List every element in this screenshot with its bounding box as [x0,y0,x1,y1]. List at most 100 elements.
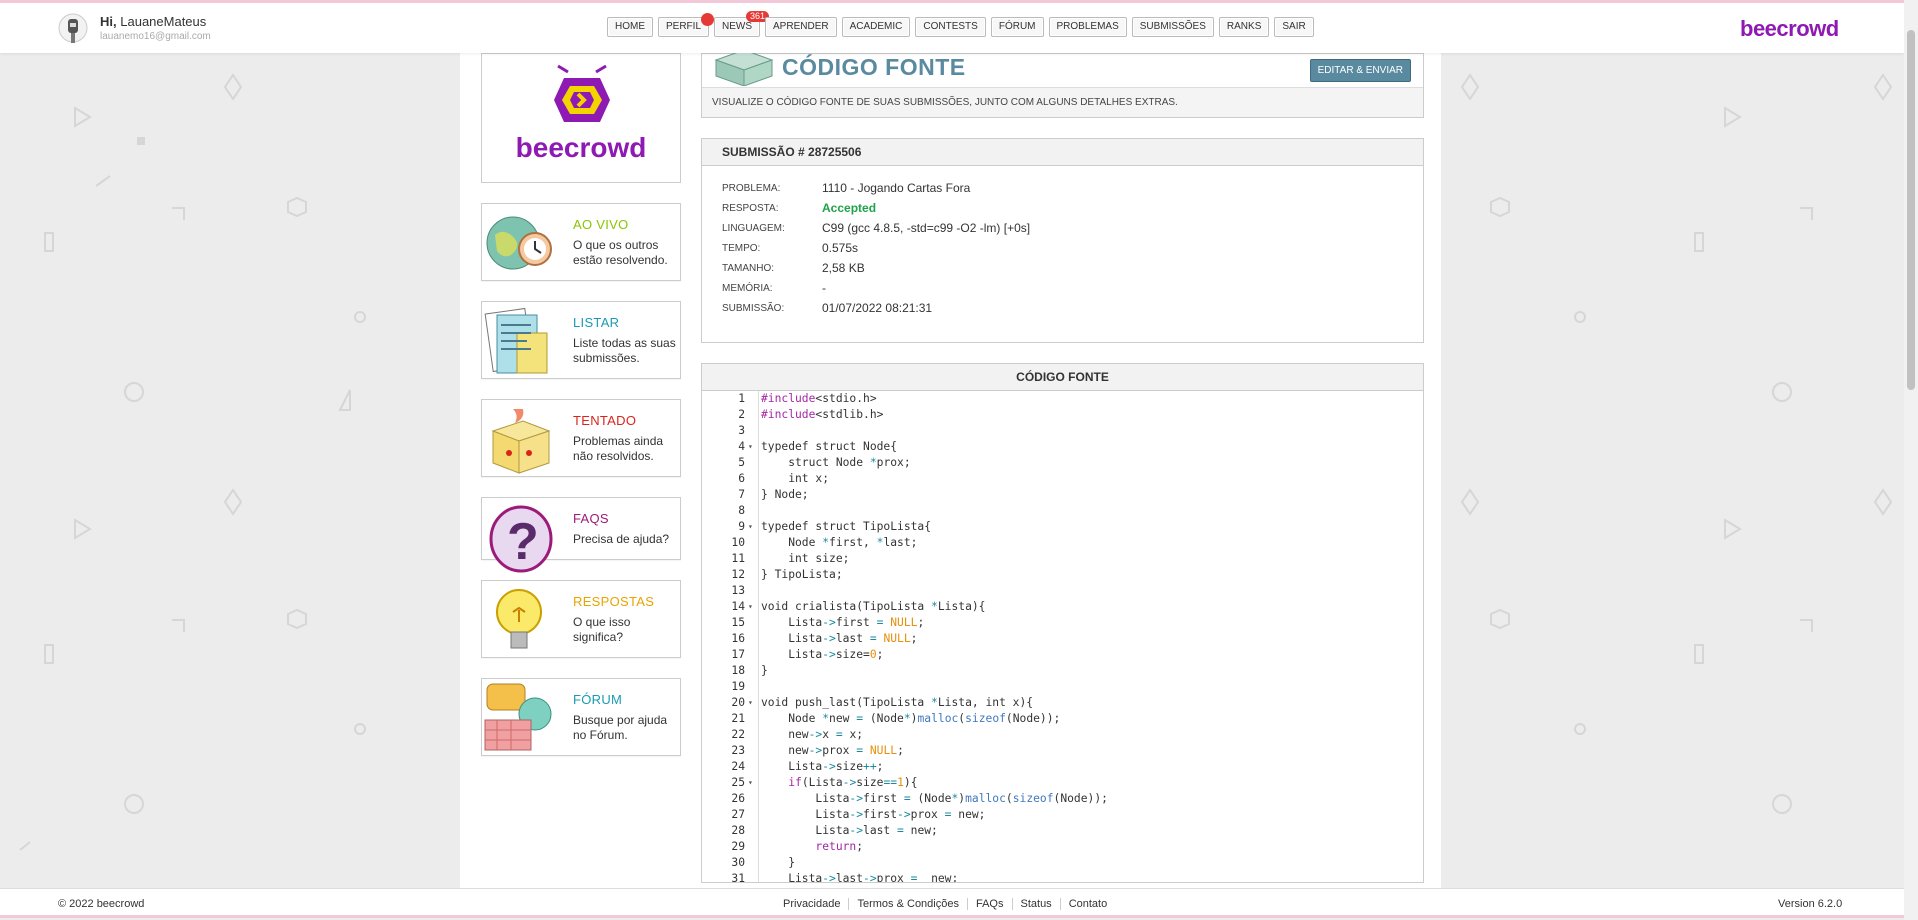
nav-button-label: PROBLEMAS [1056,21,1119,32]
nav-ranks-button[interactable]: RANKS [1218,17,1270,37]
nav-academic-button[interactable]: ACADEMIC [841,17,911,37]
sidebar-card-title: TENTADO [573,413,637,428]
line-number: 19 [731,680,745,693]
line-number: 9 [738,520,745,533]
nav-button-label: RANKS [1226,21,1262,32]
line-number: 30 [731,856,745,869]
line-number: 16 [731,632,745,645]
sidebar-card-ao-vivo[interactable]: AO VIVO O que os outros estão resolvendo. [481,203,681,281]
content-column: CÓDIGO FONTE EDITAR & ENVIAR VISUALIZE O… [701,49,1424,883]
field-label: PROBLEMA: [722,182,781,194]
sidebar-card-respostas[interactable]: RESPOSTAS O que isso significa? [481,580,681,658]
sidebar-card-tentado[interactable]: TENTADO Problemas ainda não resolvidos. [481,399,681,477]
field-value: 1110 - Jogando Cartas Fora [822,181,971,195]
code-text: Node *first, *last; [761,536,918,549]
footer-link-contato[interactable]: Contato [1059,898,1116,910]
sidebar-card-description: Liste todas as suas submissões. [573,336,676,365]
code-line: 20 ▾ void push_last(TipoLista *Lista, int … [702,695,1423,711]
edit-and-submit-button[interactable]: EDITAR & ENVIAR [1309,59,1411,82]
fold-toggle-icon[interactable]: ▾ [748,519,753,535]
copyright: © 2022 beecrowd [58,898,145,910]
code-text: typedef struct TipoLista{ [761,520,932,533]
line-number: 14 [731,600,745,613]
code-text: } [761,664,768,677]
nav-problemas-button[interactable]: PROBLEMAS [1048,17,1127,37]
page-scrollbar[interactable] [1904,0,1918,920]
code-line: 28 Lista->last = new; [702,823,1423,839]
logo-text: beecrowd [515,132,647,163]
fold-toggle-icon[interactable]: ▾ [748,775,753,791]
sidebar-card-description: Busque por ajuda no Fórum. [573,713,668,742]
code-text: Lista->last = new; [761,824,938,837]
nav-button-label: ACADEMIC [849,21,903,32]
nav-submissoes-button[interactable]: SUBMISSÕES [1131,17,1214,37]
user-greeting: Hi, LauaneMateus [100,14,206,29]
source-code-panel: CÓDIGO FONTE 1 #include<stdio.h> 2 #include… [701,363,1424,883]
code-line: 9 ▾ typedef struct TipoLista{ [702,519,1423,535]
sidebar-card-listar[interactable]: LISTAR Liste todas as suas submissões. [481,301,681,379]
nav-forum-button[interactable]: FÓRUM [990,17,1044,37]
code-line: 17 Lista->size=0; [702,647,1423,663]
lightbulb-icon [496,589,542,649]
submission-field-row: LINGUAGEM: C99 (gcc 4.8.5, -std=c99 -O2 -… [722,218,1403,238]
nav-sair-button[interactable]: SAIR [1274,17,1314,37]
line-number: 2 [738,408,745,421]
page-title: CÓDIGO FONTE [782,54,966,80]
submission-field-row: PROBLEMA: 1110 - Jogando Cartas Fora [722,178,1403,198]
nav-contests-button[interactable]: CONTESTS [915,17,986,37]
code-line: 22 new->x = x; [702,727,1423,743]
fold-toggle-icon[interactable]: ▾ [748,599,753,615]
code-text: int size; [761,552,850,565]
fold-toggle-icon[interactable]: ▾ [748,439,753,455]
nav-news-button[interactable]: NEWS 361 [714,11,770,37]
footer-link-termos-condi-es[interactable]: Termos & Condições [848,898,967,910]
sidebar-card-forum[interactable]: FÓRUM Busque por ajuda no Fórum. [481,678,681,756]
code-text: Lista->first->prox = new; [761,808,986,821]
field-label: SUBMISSÃO: [722,302,785,314]
line-number: 4 [738,440,745,453]
nav-button-label: NEWS [722,21,753,32]
brand-logo[interactable]: beecrowd [1740,16,1839,42]
nav-home-button[interactable]: HOME [607,17,653,37]
sidebar-card-title: AO VIVO [573,217,629,232]
status-accepted: Accepted [822,201,877,215]
code-line: 15 Lista->first = NULL; [702,615,1423,631]
nav-aprender-button[interactable]: APRENDER [765,17,837,37]
bee-hexagon-icon [554,64,610,122]
user-avatar[interactable] [58,13,88,45]
user-name[interactable]: LauaneMateus [120,14,206,29]
fold-toggle-icon[interactable]: ▾ [748,695,753,711]
code-line: 18} [702,663,1423,679]
field-label: TEMPO: [722,242,761,254]
submission-fields: PROBLEMA: 1110 - Jogando Cartas Fora RESPO… [702,166,1423,318]
footer-link-status[interactable]: Status [1011,898,1060,910]
code-editor[interactable]: 1 #include<stdio.h> 2 #include<stdlib.h> 3 4 ▾… [702,391,1423,882]
footer: © 2022 beecrowd Privacidade Termos & Cond… [0,888,1904,918]
code-text: Node *new = (Node*)malloc(sizeof(Node)); [761,712,1061,725]
code-heading: CÓDIGO FONTE [702,364,1423,391]
field-label: RESPOSTA: [722,202,779,214]
code-line: 16 Lista->last = NULL; [702,631,1423,647]
line-number: 8 [738,504,745,517]
nav-button-label: CONTESTS [923,21,978,32]
footer-link-faqs[interactable]: FAQs [966,898,1012,910]
sidebar-card-faqs[interactable]: ? FAQS Precisa de ajuda? [481,497,681,573]
submission-field-row: TEMPO: 0.575s [722,238,1403,258]
source-code-header: CÓDIGO FONTE EDITAR & ENVIAR VISUALIZE O… [701,49,1424,118]
code-line: 11 int size; [702,551,1423,567]
line-number: 26 [731,792,745,805]
submission-details: SUBMISSÃO # 28725506 PROBLEMA: 1110 - Jog… [701,138,1424,343]
main-menu: HOME PERFIL NEWS 361 APRENDER ACADEMIC CONTEST… [607,11,1314,37]
beecrowd-logo-box[interactable]: beecrowd [481,53,681,183]
sidebar-card-description: O que isso significa? [573,615,631,644]
scrollbar-thumb[interactable] [1907,30,1915,390]
footer-link-privacidade[interactable]: Privacidade [775,898,848,910]
code-line: 23 new->prox = NULL; [702,743,1423,759]
nav-perfil-button[interactable]: PERFIL [658,13,715,37]
main-panel: beecrowd AO VIVO O que os outros estão re… [460,49,1441,888]
code-line: 29 return; [702,839,1423,855]
code-text: struct Node *prox; [761,456,911,469]
version-label: Version 6.2.0 [1778,898,1843,910]
code-line: 13 [702,583,1423,599]
greeting-text: Hi, [100,14,117,29]
